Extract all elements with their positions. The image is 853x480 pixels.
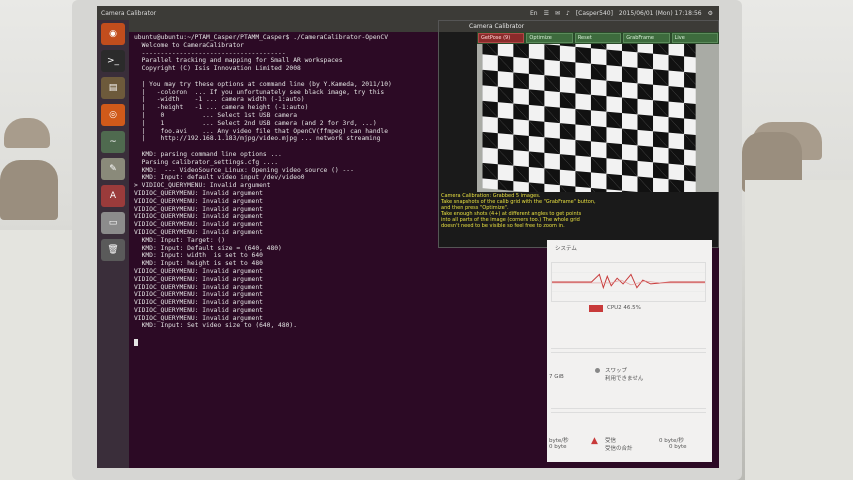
launcher-drive-icon[interactable]: ▭ (101, 212, 125, 234)
unity-launcher: ◉ >_ ▤ ◎ ~ ✎ A ▭ 🗑 (97, 20, 129, 468)
calibrator-button-row: GetPose (9) Optimize Reset GrabFrame Live (477, 32, 719, 44)
panel-divider (551, 412, 706, 413)
cpu-history-graph (551, 262, 706, 302)
desk-right (745, 180, 853, 480)
camera-calibrator-window[interactable]: Camera Calibrator GetPose (9) Optimize Res… (438, 20, 719, 248)
panel-divider (551, 408, 706, 409)
tray-item[interactable]: [Casper540] (576, 10, 613, 17)
active-window-title: Camera Calibrator (101, 9, 157, 17)
tray-item[interactable]: 2015/06/01 (Mon) 17:18:56 (619, 10, 702, 17)
launcher-trash-icon[interactable]: 🗑 (101, 239, 125, 261)
swap-icon (595, 368, 600, 373)
launcher-system-monitor-icon[interactable]: ~ (101, 131, 125, 153)
launcher-dash-home-icon[interactable]: ◉ (101, 23, 125, 45)
calib-button-optimize[interactable]: Optimize (526, 33, 573, 43)
calib-button-reset[interactable]: Reset (574, 33, 622, 43)
calibrator-message: Camera Calibration: Grabbed 5 images. Tak… (441, 193, 711, 229)
cpu-line (552, 273, 705, 290)
cpu-legend-label: CPU2 46.5% (607, 305, 641, 311)
panel-divider (551, 348, 706, 349)
calib-button-getpose-9[interactable]: GetPose (9) (478, 33, 525, 43)
tray-item[interactable]: ♪ (566, 10, 570, 17)
memory-label: 7 GiB (549, 374, 564, 380)
cpu-line-2 (552, 279, 705, 286)
launcher-software-center-icon[interactable]: A (101, 185, 125, 207)
receive-total: 0 byte (669, 444, 687, 450)
camera-view (477, 32, 719, 192)
tray-item[interactable]: ☰ (544, 10, 549, 17)
cpu-legend-swatch (589, 305, 603, 312)
system-tray: En ☰ ✉ ♪ [Casper540] 2015/06/01 (Mon) 17:18:5… (530, 10, 719, 17)
launcher-files-icon[interactable]: ▤ (101, 77, 125, 99)
chair-left (4, 118, 50, 148)
calib-button-grabframe[interactable]: GrabFrame (623, 33, 670, 43)
calibrator-titlebar[interactable]: Camera Calibrator (439, 21, 718, 32)
tray-item[interactable]: ✉ (555, 10, 560, 17)
terminal-cursor (134, 339, 138, 347)
tray-item[interactable]: En (530, 10, 538, 17)
calib-message-line: doesn't need to be visible so feel free … (441, 223, 565, 229)
checkerboard-pattern (482, 32, 696, 192)
top-panel: Camera Calibrator En ☰ ✉ ♪ [Casper540] 2015/0… (97, 6, 719, 20)
desk-left (0, 230, 80, 480)
panel-divider (551, 352, 706, 353)
sysmon-header: システム (555, 246, 577, 252)
send-rate: byte/秒 (549, 438, 569, 444)
receive-label: 受信 (605, 438, 617, 444)
chair-left-lower (0, 160, 58, 220)
swap-label: スワップ (605, 368, 628, 374)
laptop-screen: Camera Calibrator En ☰ ✉ ♪ [Casper540] 2015/0… (97, 6, 719, 468)
swap-status: 利用できません (605, 376, 644, 382)
send-total: 0 byte (549, 444, 567, 450)
receive-rate: 0 byte/秒 (659, 438, 684, 444)
system-monitor-window[interactable]: システム CPU2 46.5% 7 GiB スワップ 利用できません byte/… (547, 240, 712, 462)
receive-arrow-icon: ▲ (591, 436, 598, 446)
calib-button-live[interactable]: Live (671, 33, 719, 43)
launcher-terminal-icon[interactable]: >_ (101, 50, 125, 72)
launcher-firefox-icon[interactable]: ◎ (101, 104, 125, 126)
launcher-text-editor-icon[interactable]: ✎ (101, 158, 125, 180)
receive-total-label: 受信の合計 (605, 446, 633, 452)
tray-item[interactable]: ⚙ (708, 10, 713, 17)
